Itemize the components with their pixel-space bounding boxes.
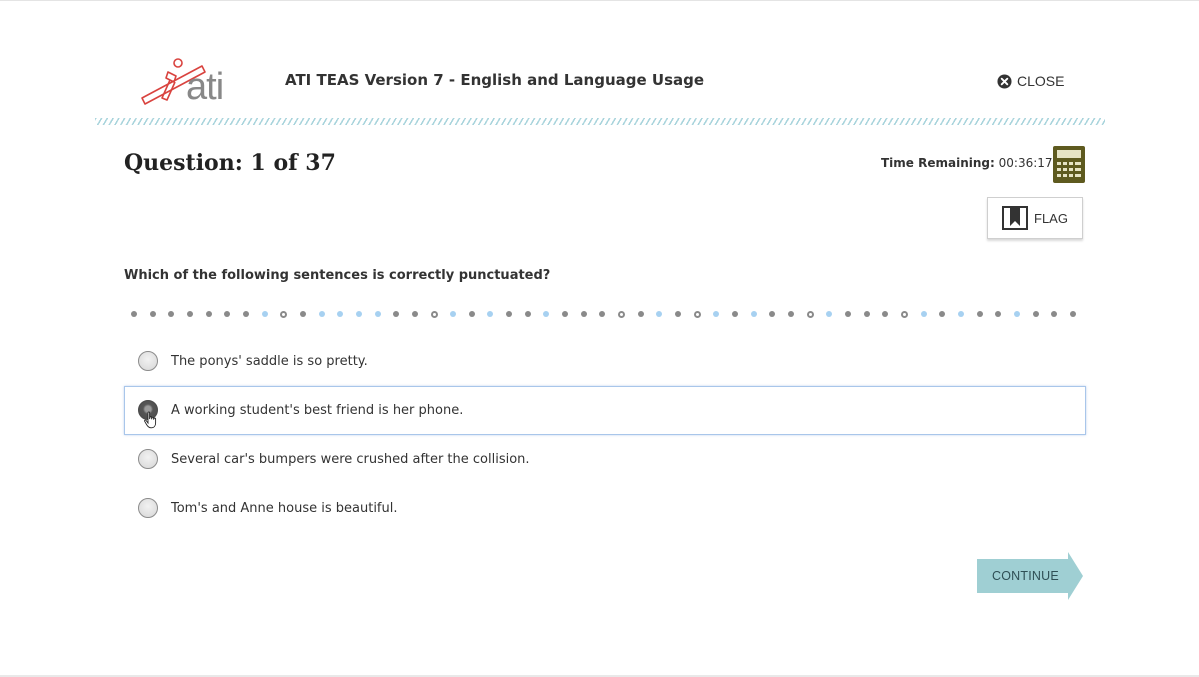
progress-dot-47[interactable]: [995, 311, 1002, 317]
flag-bookmark-icon: [1002, 206, 1029, 230]
page-top-border: [0, 0, 1199, 1]
progress-dot-32[interactable]: [713, 311, 720, 317]
progress-dot-21[interactable]: [506, 311, 513, 317]
progress-dot-27[interactable]: [618, 311, 626, 318]
progress-dot-16[interactable]: [411, 311, 418, 317]
progress-dot-33[interactable]: [732, 311, 738, 317]
hand-cursor-icon: [144, 411, 157, 429]
logo-wordmark: ati: [186, 66, 224, 108]
progress-dot-7[interactable]: [242, 311, 249, 317]
progress-dot-40[interactable]: [863, 311, 870, 317]
answer-option-1[interactable]: The ponys' saddle is so pretty.: [124, 337, 1086, 386]
progress-dot-20[interactable]: [487, 311, 494, 317]
progress-dot-4[interactable]: [186, 311, 193, 317]
progress-dot-22[interactable]: [524, 311, 531, 317]
answer-option-text-1: The ponys' saddle is so pretty.: [171, 354, 368, 369]
calculator-icon[interactable]: [1053, 146, 1085, 183]
progress-dot-9[interactable]: [280, 311, 288, 318]
question-progress-dots: [131, 311, 1076, 318]
answer-option-text-3: Several car's bumpers were crushed after…: [171, 452, 530, 467]
progress-dot-12[interactable]: [337, 311, 344, 317]
progress-dot-39[interactable]: [844, 311, 851, 317]
progress-dot-10[interactable]: [299, 311, 306, 317]
progress-dot-43[interactable]: [920, 311, 927, 317]
progress-dot-42[interactable]: [900, 311, 908, 318]
close-button[interactable]: CLOSE: [997, 73, 1064, 89]
progress-dot-36[interactable]: [787, 311, 794, 317]
app-title: ATI TEAS Version 7 - English and Languag…: [285, 71, 705, 89]
progress-dot-51[interactable]: [1069, 311, 1076, 317]
flag-button[interactable]: FLAG: [987, 197, 1083, 239]
progress-dot-26[interactable]: [599, 311, 606, 317]
progress-dot-28[interactable]: [637, 311, 644, 317]
progress-dot-17[interactable]: [430, 311, 438, 318]
answer-option-3[interactable]: Several car's bumpers were crushed after…: [124, 435, 1086, 484]
progress-dot-25[interactable]: [580, 311, 587, 317]
progress-dot-2[interactable]: [149, 311, 156, 317]
progress-dot-30[interactable]: [675, 311, 682, 317]
answer-option-4[interactable]: Tom's and Anne house is beautiful.: [124, 484, 1086, 533]
time-remaining-label: Time Remaining:: [881, 156, 995, 170]
progress-dot-38[interactable]: [826, 311, 833, 317]
progress-dot-45[interactable]: [957, 311, 964, 317]
progress-dot-49[interactable]: [1032, 311, 1039, 317]
answer-radio-3[interactable]: [138, 449, 158, 469]
time-remaining-value: 00:36:17: [998, 156, 1053, 170]
answer-option-text-4: Tom's and Anne house is beautiful.: [171, 501, 398, 516]
ati-logo: ati: [140, 56, 240, 112]
question-number-title: Question: 1 of 37: [124, 150, 336, 176]
progress-dot-46[interactable]: [976, 311, 983, 317]
continue-label: CONTINUE: [992, 569, 1059, 583]
progress-dot-6[interactable]: [224, 311, 231, 317]
progress-dot-8[interactable]: [261, 311, 268, 317]
progress-dot-44[interactable]: [939, 311, 946, 317]
close-label: CLOSE: [1017, 73, 1065, 89]
flag-label: FLAG: [1034, 210, 1068, 226]
answer-radio-4[interactable]: [138, 498, 158, 518]
header-divider: [95, 118, 1105, 125]
progress-dot-29[interactable]: [656, 311, 663, 317]
answer-options: The ponys' saddle is so pretty. A workin…: [124, 337, 1086, 533]
answer-option-text-2: A working student's best friend is her p…: [171, 403, 464, 418]
progress-dot-19[interactable]: [468, 311, 475, 317]
progress-dot-18[interactable]: [450, 311, 457, 317]
progress-dot-50[interactable]: [1051, 311, 1058, 317]
progress-dot-1[interactable]: [131, 311, 137, 317]
question-text: Which of the following sentences is corr…: [124, 268, 551, 283]
close-circle-icon: [997, 73, 1012, 89]
progress-dot-34[interactable]: [750, 311, 757, 317]
progress-dot-31[interactable]: [693, 311, 701, 318]
continue-button[interactable]: CONTINUE: [976, 552, 1084, 600]
progress-dot-41[interactable]: [882, 311, 889, 317]
progress-dot-24[interactable]: [562, 311, 569, 317]
progress-dot-15[interactable]: [393, 311, 400, 317]
answer-radio-1[interactable]: [138, 351, 158, 371]
progress-dot-14[interactable]: [374, 311, 381, 317]
progress-dot-35[interactable]: [769, 311, 776, 317]
time-remaining: Time Remaining: 00:36:17: [881, 156, 1053, 170]
progress-dot-3[interactable]: [168, 311, 175, 317]
progress-dot-13[interactable]: [355, 311, 362, 317]
progress-dot-48[interactable]: [1013, 311, 1020, 317]
progress-dot-37[interactable]: [806, 311, 814, 318]
progress-dot-23[interactable]: [543, 311, 550, 317]
progress-dot-11[interactable]: [318, 311, 325, 317]
progress-dot-5[interactable]: [205, 311, 212, 317]
answer-option-2[interactable]: A working student's best friend is her p…: [124, 386, 1086, 435]
